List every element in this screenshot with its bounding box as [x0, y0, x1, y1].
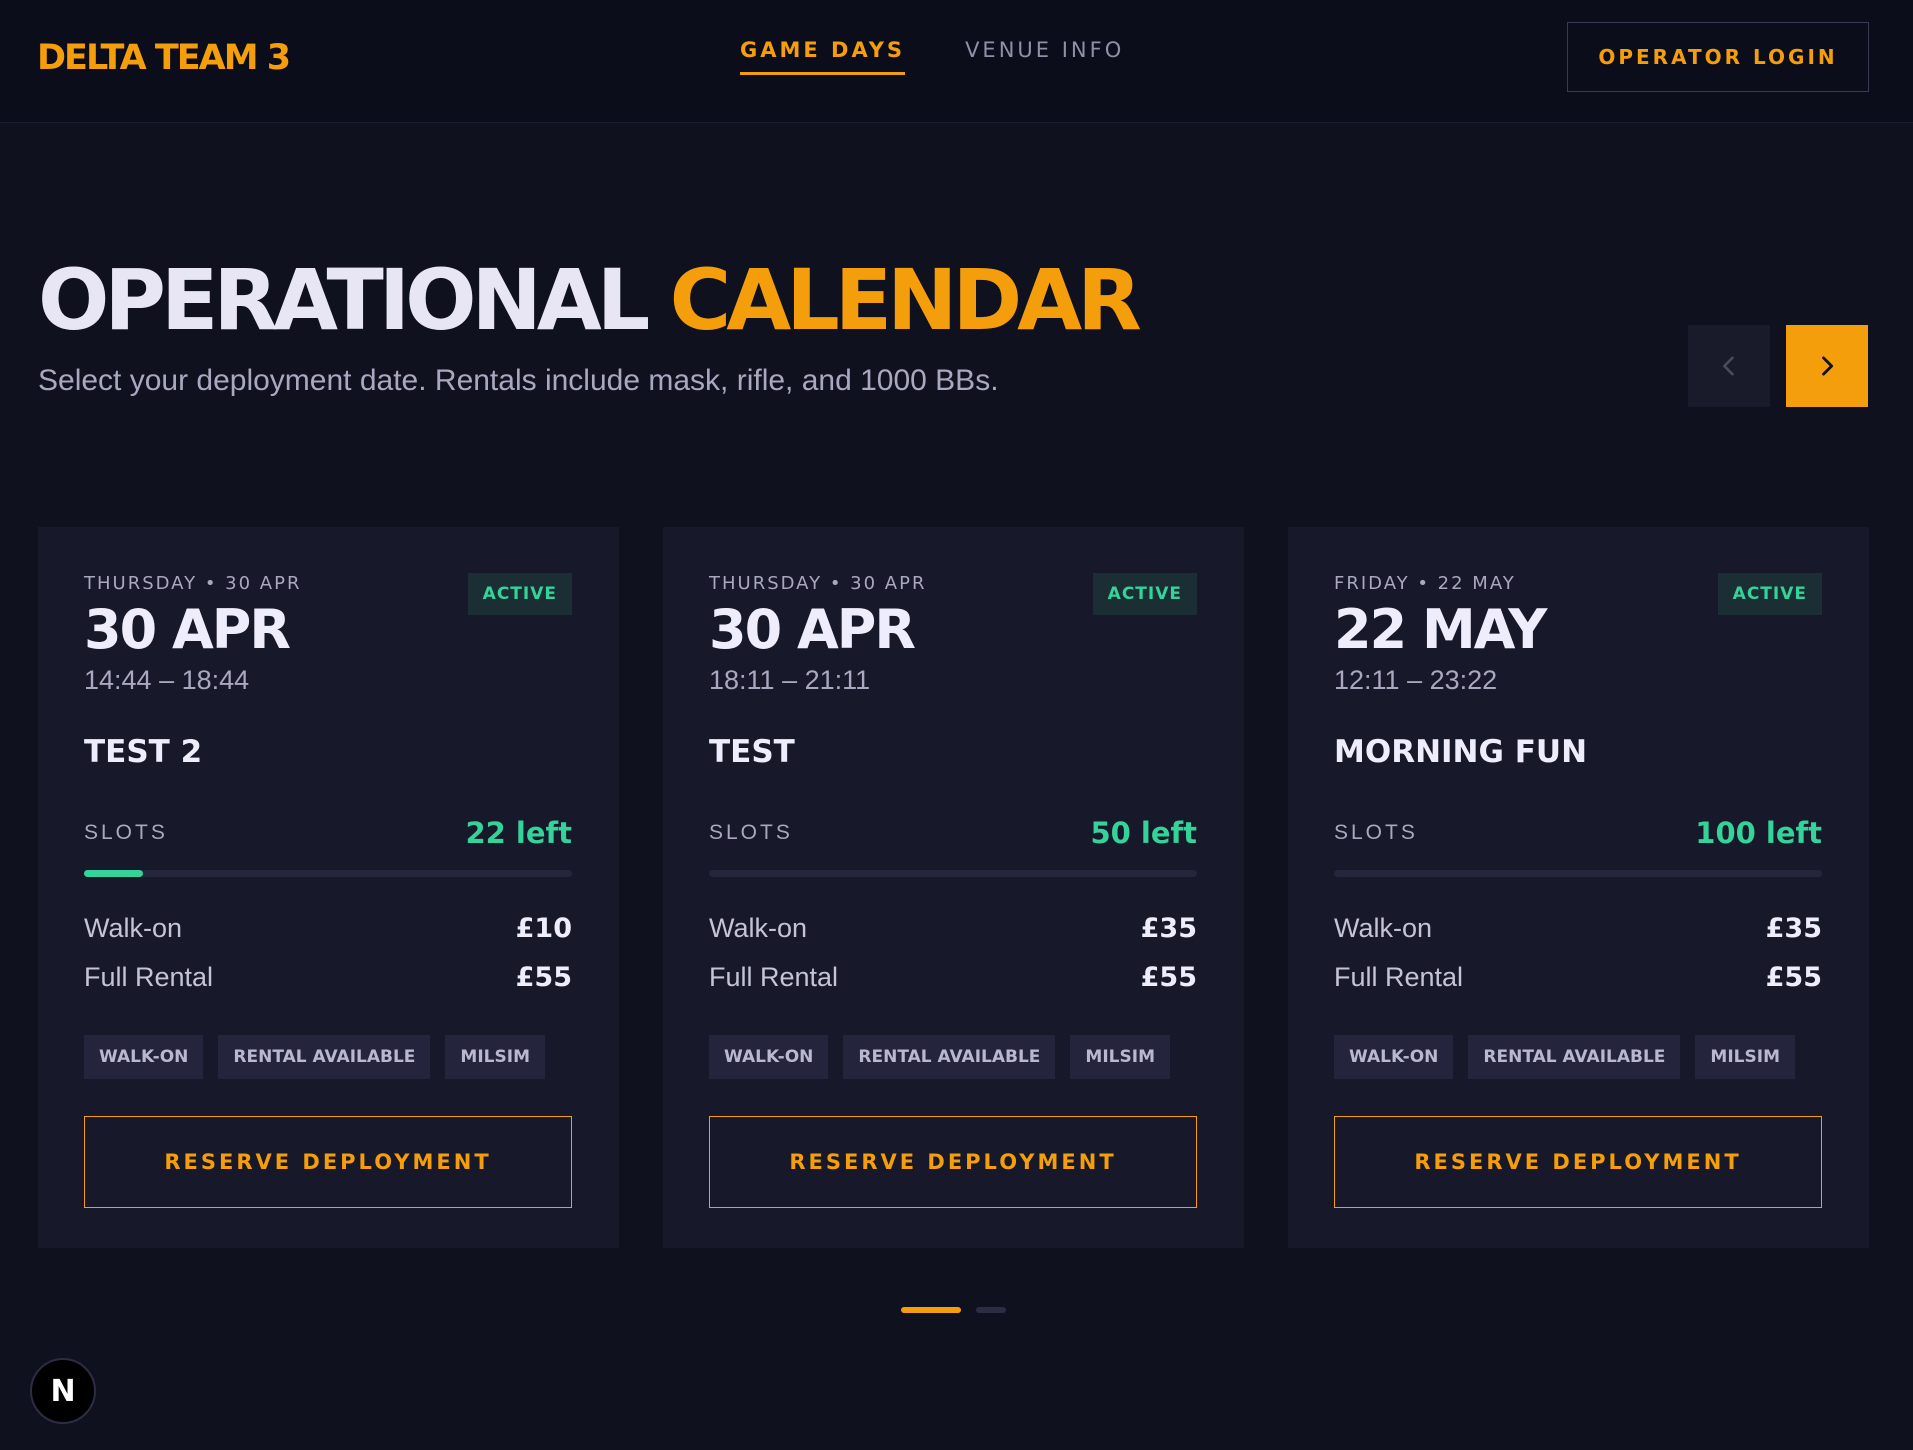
rental-price-row: Full Rental £55 — [709, 962, 1197, 993]
rental-price-row: Full Rental £55 — [1334, 962, 1822, 993]
slots-left: 100 left — [1695, 816, 1822, 851]
slots-label: SLOTS — [1334, 821, 1418, 845]
pagination-dot-2[interactable] — [976, 1307, 1006, 1313]
walkon-label: Walk-on — [1334, 913, 1433, 944]
next-page-button[interactable] — [1786, 325, 1868, 407]
carousel-pagination — [901, 1307, 1006, 1313]
walkon-price-row: Walk-on £35 — [1334, 913, 1822, 944]
slots-progress-track — [1334, 870, 1822, 878]
reserve-deployment-button[interactable]: RESERVE DEPLOYMENT — [1334, 1116, 1822, 1209]
slots-row: SLOTS 22 left — [84, 816, 572, 850]
chevron-left-icon — [1723, 356, 1734, 376]
prev-page-button[interactable] — [1688, 325, 1770, 407]
tag-rental-available: RENTAL AVAILABLE — [218, 1035, 431, 1080]
tag-walk-on: WALK-ON — [709, 1035, 829, 1080]
slots-progress-track — [709, 870, 1197, 878]
walkon-label: Walk-on — [84, 913, 183, 944]
tag-milsim: MILSIM — [445, 1035, 545, 1080]
nav-game-days[interactable]: GAME DAYS — [740, 38, 906, 75]
tag-rental-available: RENTAL AVAILABLE — [1468, 1035, 1681, 1080]
card-time-range: 12:11 – 23:22 — [1334, 665, 1498, 696]
main-nav: GAME DAYS VENUE INFO — [740, 38, 1124, 75]
operator-login-button[interactable]: OPERATOR LOGIN — [1567, 22, 1869, 92]
game-day-card: THURSDAY • 30 APR 30 APR 18:11 – 21:11 A… — [663, 527, 1244, 1248]
event-name: TEST — [709, 734, 795, 771]
slots-row: SLOTS 100 left — [1334, 816, 1822, 850]
slots-label: SLOTS — [709, 821, 793, 845]
reserve-deployment-button[interactable]: RESERVE DEPLOYMENT — [84, 1116, 572, 1209]
walkon-price: £35 — [1765, 913, 1822, 945]
rental-price: £55 — [515, 962, 572, 994]
status-badge: ACTIVE — [1092, 573, 1197, 615]
slots-progress-fill — [84, 870, 143, 878]
slots-row: SLOTS 50 left — [709, 816, 1197, 850]
tag-rental-available: RENTAL AVAILABLE — [843, 1035, 1056, 1080]
tag-milsim: MILSIM — [1070, 1035, 1170, 1080]
page-title-part2: CALENDAR — [669, 251, 1142, 349]
walkon-price-row: Walk-on £10 — [84, 913, 572, 944]
page-subtitle: Select your deployment date. Rentals inc… — [38, 364, 999, 397]
slots-label: SLOTS — [84, 821, 168, 845]
status-badge: ACTIVE — [467, 573, 572, 615]
slots-left: 50 left — [1090, 816, 1197, 851]
rental-label: Full Rental — [709, 962, 839, 993]
nextjs-icon[interactable]: N — [30, 1358, 96, 1424]
tag-walk-on: WALK-ON — [1334, 1035, 1454, 1080]
rental-price-row: Full Rental £55 — [84, 962, 572, 993]
tag-list: WALK-ON RENTAL AVAILABLE MILSIM — [1334, 1035, 1822, 1080]
card-time-range: 14:44 – 18:44 — [84, 665, 250, 696]
reserve-deployment-button[interactable]: RESERVE DEPLOYMENT — [709, 1116, 1197, 1209]
tag-walk-on: WALK-ON — [84, 1035, 204, 1080]
chevron-right-icon — [1822, 356, 1834, 376]
tag-list: WALK-ON RENTAL AVAILABLE MILSIM — [84, 1035, 572, 1080]
rental-price: £55 — [1140, 962, 1197, 994]
status-badge: ACTIVE — [1717, 573, 1822, 615]
walkon-price: £10 — [515, 913, 572, 945]
page-title: OPERATIONAL CALENDAR — [38, 258, 1142, 342]
pagination-dot-1[interactable] — [901, 1307, 961, 1313]
tag-list: WALK-ON RENTAL AVAILABLE MILSIM — [709, 1035, 1197, 1080]
rental-label: Full Rental — [1334, 962, 1464, 993]
card-time-range: 18:11 – 21:11 — [709, 665, 871, 696]
event-name: TEST 2 — [84, 734, 203, 771]
event-name: MORNING FUN — [1334, 734, 1588, 771]
nav-venue-info[interactable]: VENUE INFO — [965, 38, 1124, 75]
game-day-card: FRIDAY • 22 MAY 22 MAY 12:11 – 23:22 ACT… — [1288, 527, 1869, 1248]
slots-progress-track — [84, 870, 572, 878]
rental-price: £55 — [1765, 962, 1822, 994]
game-day-card: THURSDAY • 30 APR 30 APR 14:44 – 18:44 A… — [38, 527, 619, 1248]
slots-left: 22 left — [465, 816, 572, 851]
top-navigation-bar: DELTA TEAM 3 GAME DAYS VENUE INFO OPERAT… — [0, 0, 1913, 123]
walkon-price: £35 — [1140, 913, 1197, 945]
tag-milsim: MILSIM — [1695, 1035, 1795, 1080]
site-logo[interactable]: DELTA TEAM 3 — [37, 38, 291, 78]
walkon-price-row: Walk-on £35 — [709, 913, 1197, 944]
walkon-label: Walk-on — [709, 913, 808, 944]
rental-label: Full Rental — [84, 962, 214, 993]
page-title-part1: OPERATIONAL — [38, 251, 650, 349]
